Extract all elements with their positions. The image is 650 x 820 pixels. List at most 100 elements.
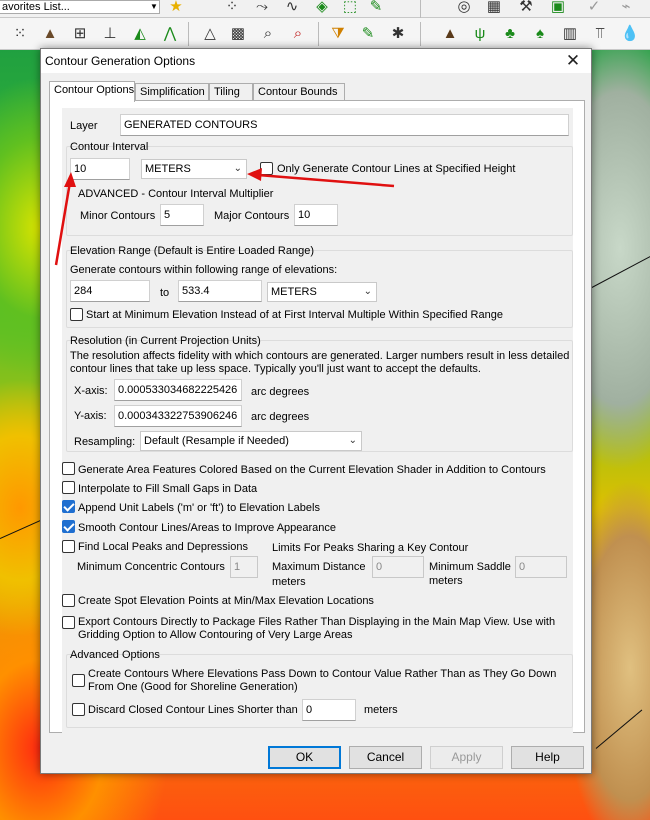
zoom-color-icon[interactable]: ⌕ — [288, 24, 308, 44]
only-specified-height-label: Only Generate Contour Lines at Specified… — [277, 163, 516, 175]
help-button[interactable]: Help — [511, 746, 584, 769]
elevation-point-icon[interactable]: ⊥ — [100, 24, 120, 44]
find-peaks-checkbox[interactable] — [62, 540, 75, 553]
advanced-options-group-label: Advanced Options — [70, 649, 160, 661]
min-concentric-input[interactable]: 1 — [230, 556, 258, 578]
only-specified-height-checkbox[interactable] — [260, 162, 273, 175]
chevron-down-icon: ⌄ — [363, 286, 372, 297]
start-at-min-checkbox[interactable] — [70, 308, 83, 321]
grass-icon[interactable]: ψ — [470, 24, 490, 44]
triangle-icon[interactable]: △ — [200, 24, 220, 44]
hatch-icon[interactable]: ▩ — [228, 24, 248, 44]
tree-icon[interactable]: ♠ — [530, 24, 550, 44]
spot-elevation-label: Create Spot Elevation Points at Min/Max … — [78, 595, 374, 607]
export-package-checkbox[interactable] — [62, 616, 75, 629]
discard-short-label: Discard Closed Contour Lines Shorter tha… — [88, 704, 298, 716]
dialog-titlebar[interactable]: Contour Generation Options ✕ — [41, 49, 591, 73]
min-saddle-label: Minimum Saddle — [429, 561, 511, 573]
start-at-min-label: Start at Minimum Elevation Instead of at… — [86, 309, 503, 321]
peak-icon[interactable]: ⋀ — [160, 24, 180, 44]
pass-down-label-1: Create Contours Where Elevations Pass Do… — [88, 668, 557, 680]
min-elevation-input[interactable]: 284 — [70, 280, 150, 302]
shape-icon[interactable]: ⬚ — [340, 0, 360, 17]
contour-line — [595, 709, 643, 749]
major-contours-input[interactable]: 10 — [294, 204, 338, 226]
pass-down-checkbox[interactable] — [72, 674, 85, 687]
interpolate-checkbox[interactable] — [62, 481, 75, 494]
top-toolbar: avorites List... ▼ ★ ⁘ ⤳ ∿ ◈ ⬚ ✎ ◎ ▦ ⚒ ▣… — [0, 0, 650, 20]
major-contours-label: Major Contours — [214, 210, 290, 222]
powerline-icon[interactable]: ⫪ — [590, 24, 610, 44]
tab-contour-bounds[interactable]: Contour Bounds — [253, 83, 345, 101]
vertex-icon[interactable]: ⁘ — [222, 0, 242, 17]
spot-elevation-checkbox[interactable] — [62, 594, 75, 607]
image-icon[interactable]: ▣ — [548, 0, 568, 17]
edit-icon[interactable]: ✎ — [366, 0, 386, 17]
y-axis-label: Y-axis: — [74, 410, 107, 422]
pencil-icon[interactable]: ✎ — [358, 24, 378, 44]
favorites-list-combo[interactable]: avorites List... — [0, 0, 160, 14]
elevation-unit-select[interactable]: METERS ⌄ — [267, 282, 377, 302]
cancel-button[interactable]: Cancel — [349, 746, 422, 769]
mountain-icon[interactable]: ▲ — [40, 24, 60, 44]
toolbar-separator — [420, 22, 421, 46]
layer-name-input[interactable]: GENERATED CONTOURS — [120, 114, 569, 136]
split-line-icon[interactable]: ⤳ — [252, 0, 272, 17]
smooth-contours-checkbox[interactable] — [62, 520, 75, 533]
area-features-checkbox[interactable] — [62, 462, 75, 475]
unknown-tool-icon[interactable]: ⌁ — [616, 0, 636, 17]
tab-contour-options[interactable]: Contour Options — [49, 81, 135, 102]
max-distance-input[interactable]: 0 — [372, 556, 424, 578]
zoom-points-icon[interactable]: ⌕ — [258, 24, 278, 44]
apply-button[interactable]: Apply — [430, 746, 503, 769]
max-elevation-input[interactable]: 533.4 — [178, 280, 262, 302]
star-icon[interactable]: ★ — [166, 0, 186, 17]
discard-length-input[interactable]: 0 — [302, 699, 356, 721]
y-axis-resolution-input[interactable]: 0.000343322753906246 — [114, 405, 242, 427]
append-units-checkbox[interactable] — [62, 500, 75, 513]
contour-interval-group-label: Contour Interval — [70, 141, 149, 153]
node-icon[interactable]: ◈ — [312, 0, 332, 17]
curve-icon[interactable]: ∿ — [282, 0, 302, 17]
contour-interval-input[interactable]: 10 — [70, 158, 130, 180]
tab-tiling[interactable]: Tiling — [209, 83, 253, 101]
resolution-group-label: Resolution (in Current Projection Units) — [70, 335, 261, 347]
points-icon[interactable]: ⁙ — [10, 24, 30, 44]
minor-contours-label: Minor Contours — [80, 210, 156, 222]
area-features-label: Generate Area Features Colored Based on … — [78, 464, 546, 476]
terrain-icon[interactable]: ◭ — [130, 24, 150, 44]
x-axis-resolution-input[interactable]: 0.000533034682225426 — [114, 379, 242, 401]
water-drop-icon[interactable]: 💧 — [620, 24, 640, 44]
building-icon[interactable]: ▥ — [560, 24, 580, 44]
export-package-label-1: Export Contours Directly to Package File… — [78, 616, 556, 628]
ok-button[interactable]: OK — [268, 746, 341, 769]
grid-icon[interactable]: ▦ — [484, 0, 504, 17]
smooth-contours-label: Smooth Contour Lines/Areas to Improve Ap… — [78, 522, 337, 534]
grid-points-icon[interactable]: ⊞ — [70, 24, 90, 44]
check-icon[interactable]: ✓ — [584, 0, 604, 17]
resampling-select[interactable]: Default (Resample if Needed) ⌄ — [140, 431, 362, 451]
resampling-label: Resampling: — [74, 436, 136, 448]
append-units-label: Append Unit Labels ('m' or 'ft') to Elev… — [78, 502, 320, 514]
bush-icon[interactable]: ♣ — [500, 24, 520, 44]
favorites-list-text: avorites List... — [2, 1, 70, 13]
chevron-down-icon[interactable]: ▼ — [148, 0, 160, 14]
interval-unit-value: METERS — [145, 163, 191, 175]
tab-simplification[interactable]: Simplification — [135, 83, 209, 101]
minor-contours-input[interactable]: 5 — [160, 204, 204, 226]
close-icon[interactable]: ✕ — [563, 49, 583, 73]
measure-icon[interactable]: ⚒ — [516, 0, 536, 17]
hill-icon[interactable]: ▲ — [440, 24, 460, 44]
bug-icon[interactable]: ✱ — [388, 24, 408, 44]
export-package-label-2: Gridding Option to Allow Contouring of V… — [78, 629, 353, 641]
layer-label: Layer — [70, 120, 98, 132]
target-icon[interactable]: ◎ — [454, 0, 474, 17]
interval-unit-select[interactable]: METERS ⌄ — [141, 159, 247, 179]
max-distance-label: Maximum Distance — [272, 561, 366, 573]
min-saddle-input[interactable]: 0 — [515, 556, 567, 578]
toolbar-separator — [318, 22, 319, 46]
x-axis-label: X-axis: — [74, 385, 108, 397]
filter-icon[interactable]: ⧩ — [328, 24, 348, 44]
x-axis-unit: arc degrees — [251, 386, 310, 398]
discard-short-checkbox[interactable] — [72, 703, 85, 716]
